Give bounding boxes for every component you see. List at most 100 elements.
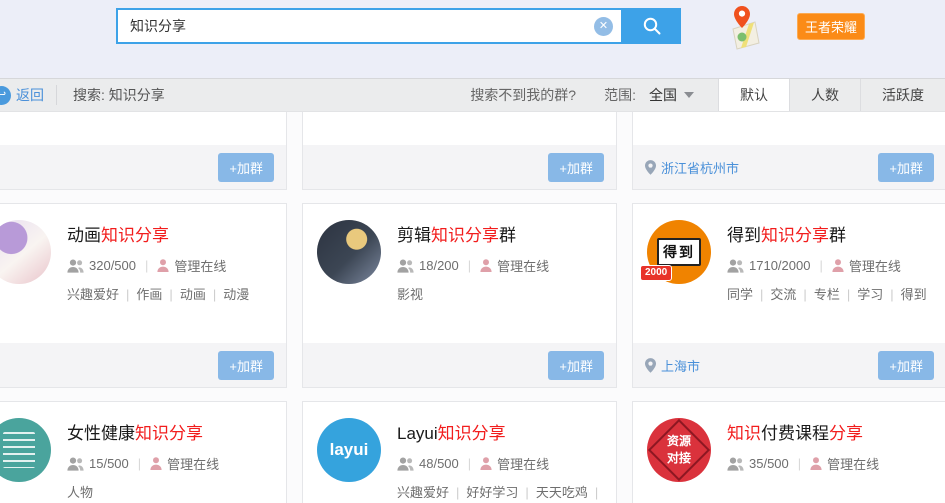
search-input[interactable]: [116, 8, 623, 44]
map-location-icon[interactable]: [724, 5, 764, 51]
group-card[interactable]: 动画知识分享 320/500 |: [0, 203, 287, 388]
group-title: Layui知识分享: [397, 419, 602, 444]
group-info: 15/500 | 管理在线: [67, 454, 272, 473]
group-info: 1710/2000 | 管理在线: [727, 256, 932, 275]
admin-status: 管理在线: [174, 256, 226, 275]
group-avatar: 得到 2000: [647, 220, 711, 284]
join-group-button[interactable]: +加群: [878, 153, 934, 182]
group-avatar: 资源对接: [647, 418, 711, 482]
scope-dropdown[interactable]: 全国: [649, 85, 694, 105]
tag-divider: |: [595, 485, 598, 500]
back-arrow-icon: ↩: [0, 86, 11, 105]
admin-status: 管理在线: [497, 256, 549, 275]
group-location: 上海市: [645, 356, 700, 375]
group-tags: 人物: [67, 482, 272, 501]
join-group-button[interactable]: +加群: [218, 153, 274, 182]
avatar-disc: [0, 418, 51, 482]
group-title: 动画知识分享: [67, 221, 272, 246]
group-card[interactable]: 女性健康知识分享 15/500 |: [0, 401, 287, 503]
tag-divider: |: [803, 287, 806, 302]
group-card-footer: 上海市 +加群: [633, 343, 945, 387]
join-group-button[interactable]: +加群: [548, 153, 604, 182]
member-count: 1710/2000: [749, 258, 810, 273]
admin-icon: [832, 259, 844, 272]
group-card[interactable]: 剪辑知识分享群 18/200 |: [302, 203, 617, 388]
admin-icon: [480, 259, 492, 272]
admin-icon: [150, 457, 162, 470]
group-card-footer: +加群: [0, 145, 286, 189]
group-tag: 专栏: [814, 287, 840, 302]
group-card[interactable]: 浙江省杭州市 +加群: [632, 112, 945, 190]
member-count: 35/500: [749, 456, 789, 471]
group-card-body: 动画知识分享 320/500 |: [0, 204, 286, 343]
group-card[interactable]: +加群: [0, 112, 287, 190]
tab-activity[interactable]: 活跃度: [860, 79, 945, 111]
group-title: 剪辑知识分享群: [397, 221, 602, 246]
back-button[interactable]: ↩ 返回: [0, 79, 56, 111]
avatar-text: layui: [330, 440, 369, 460]
members-icon: [397, 457, 414, 471]
group-card[interactable]: 资源对接 知识付费课程分享 35/500 |: [632, 401, 945, 503]
search-header: ✕ 王者荣耀: [0, 0, 945, 78]
group-tag: 影视: [397, 287, 423, 302]
group-card-body: [0, 112, 286, 145]
cant-find-group-link[interactable]: 搜索不到我的群?: [470, 79, 576, 111]
members-icon: [67, 259, 84, 273]
group-tag: 兴趣爱好: [397, 485, 449, 500]
group-location: 浙江省杭州市: [645, 158, 739, 177]
group-tag: 好好学习: [466, 485, 518, 500]
search-box: ✕: [116, 8, 681, 44]
admin-icon: [810, 457, 822, 470]
location-text: 上海市: [661, 356, 700, 375]
sort-tabs: 默认 人数 活跃度: [718, 79, 945, 111]
members-icon: [727, 457, 744, 471]
group-tags: 兴趣爱好|好好学习|天天吃鸡|...: [397, 482, 602, 501]
group-tag: 交流: [770, 287, 796, 302]
avatar-badge: 2000: [640, 265, 672, 281]
admin-icon: [157, 259, 169, 272]
search-summary: 搜索: 知识分享: [57, 79, 181, 111]
group-card-body: layui Layui知识分享 48/500: [303, 402, 616, 503]
group-card[interactable]: layui Layui知识分享 48/500: [302, 401, 617, 503]
tab-default[interactable]: 默认: [718, 79, 789, 111]
group-avatar: [0, 220, 51, 284]
scope-label: 范围:: [604, 85, 636, 105]
avatar-text: 得到: [657, 238, 701, 266]
group-title: 女性健康知识分享: [67, 419, 272, 444]
info-divider: |: [468, 456, 471, 471]
info-divider: |: [138, 456, 141, 471]
join-group-button[interactable]: +加群: [218, 351, 274, 380]
hot-search-badge[interactable]: 王者荣耀: [797, 13, 865, 40]
group-card-body: 资源对接 知识付费课程分享 35/500 |: [633, 402, 945, 503]
info-divider: |: [468, 258, 471, 273]
group-card-body: [303, 112, 616, 145]
scope-filter: 范围: 全国: [604, 79, 718, 111]
group-avatar: [317, 220, 381, 284]
tag-divider: |: [126, 287, 129, 302]
group-tag: 兴趣爱好: [67, 287, 119, 302]
group-card[interactable]: 得到 2000 得到知识分享群 1710/2000: [632, 203, 945, 388]
group-tags: 同学|交流|专栏|学习|得到|...: [727, 284, 932, 303]
group-info: 320/500 | 管理在线: [67, 256, 272, 275]
group-tag: 天天吃鸡: [536, 485, 588, 500]
group-tag: 得到: [901, 287, 927, 302]
clear-icon[interactable]: ✕: [594, 17, 613, 36]
search-button[interactable]: [623, 8, 681, 44]
member-count: 18/200: [419, 258, 459, 273]
group-info: 35/500 | 管理在线: [727, 454, 932, 473]
avatar-disc: [0, 220, 51, 284]
join-group-button[interactable]: +加群: [878, 351, 934, 380]
tag-divider: |: [760, 287, 763, 302]
group-info: 48/500 | 管理在线: [397, 454, 602, 473]
tag-divider: |: [525, 485, 528, 500]
group-card-footer: +加群: [0, 343, 286, 387]
group-title: 知识付费课程分享: [727, 419, 932, 444]
tab-member-count[interactable]: 人数: [789, 79, 860, 111]
group-tags: 兴趣爱好|作画|动画|动漫: [67, 284, 272, 303]
admin-status: 管理在线: [827, 454, 879, 473]
avatar-text: 资源对接: [665, 433, 693, 468]
group-card[interactable]: +加群: [302, 112, 617, 190]
tag-divider: |: [456, 485, 459, 500]
admin-status: 管理在线: [849, 256, 901, 275]
join-group-button[interactable]: +加群: [548, 351, 604, 380]
